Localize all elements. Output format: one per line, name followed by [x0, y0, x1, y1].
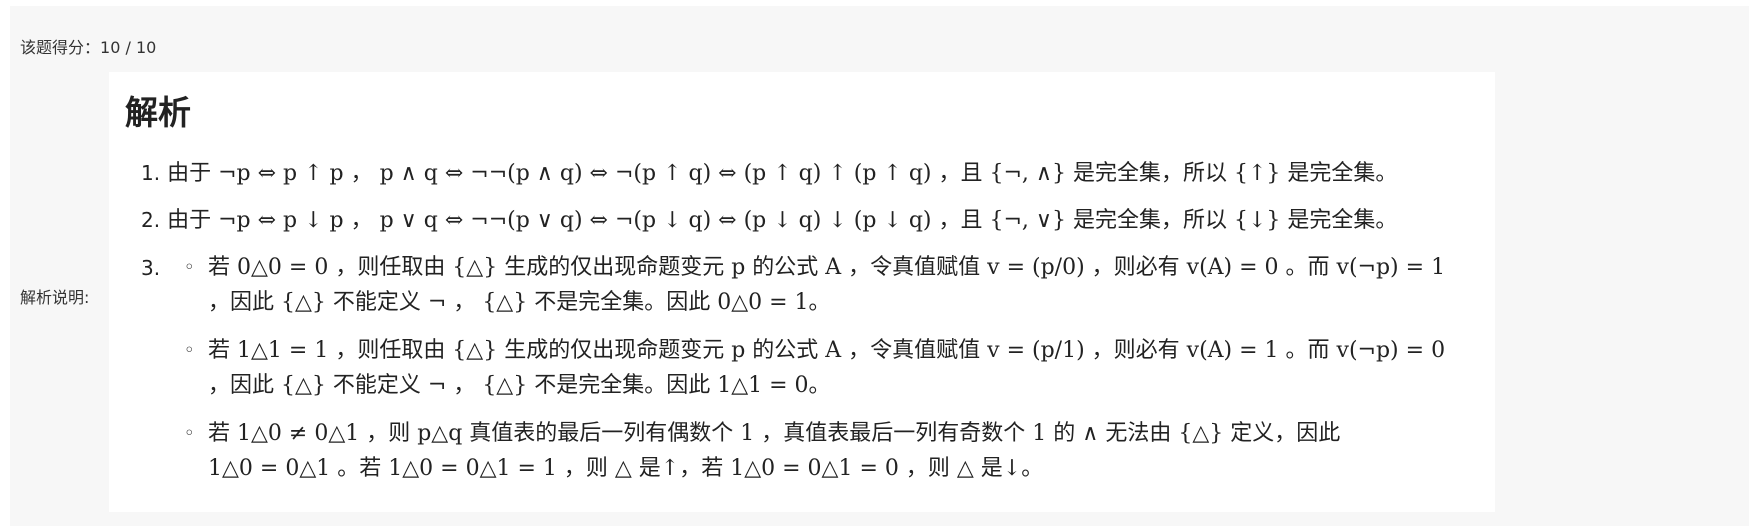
score-value: 10 / 10 — [100, 38, 157, 57]
analysis-title: 解析 — [125, 93, 191, 132]
item-number: 1. — [141, 161, 161, 185]
item-text: 由于 ¬p ⇔ p ↓ p ， p ∨ q ⇔ ¬¬(p ∨ q) ⇔ ¬(p … — [167, 208, 1398, 233]
subitem-line: 若 1△0 ≠ 0△1 ，则 p△q 真值表的最后一列有偶数个 1 ，真值表最后… — [208, 421, 1341, 446]
list-item: 2. 由于 ¬p ⇔ p ↓ p ， p ∨ q ⇔ ¬¬(p ∨ q) ⇔ ¬… — [141, 205, 1397, 236]
subitem-line: ，因此 {△} 不能定义 ¬ ， {△} 不是完全集。因此 0△0 = 1。 — [208, 290, 831, 315]
question-panel: 该题得分：10 / 10 解析说明: 解析 1. 由于 ¬p ⇔ p ↑ p ，… — [10, 6, 1749, 526]
item-text: 由于 ¬p ⇔ p ↑ p ， p ∧ q ⇔ ¬¬(p ∧ q) ⇔ ¬(p … — [167, 161, 1398, 186]
subitem-line: ，因此 {△} 不能定义 ¬ ， {△} 不是完全集。因此 1△1 = 0。 — [208, 373, 831, 398]
list-item: 1. 由于 ¬p ⇔ p ↑ p ， p ∧ q ⇔ ¬¬(p ∧ q) ⇔ ¬… — [141, 158, 1397, 189]
item-number: 2. — [141, 208, 161, 232]
score-row: 该题得分：10 / 10 — [20, 34, 156, 58]
list-item-number-3: 3. — [141, 253, 160, 284]
item-number: 3. — [141, 256, 161, 280]
subitem-line: 若 0△0 = 0 ，则任取由 {△} 生成的仅出现命题变元 p 的公式 A ，… — [208, 255, 1446, 280]
score-label: 该题得分： — [20, 38, 101, 57]
explanation-label: 解析说明: — [20, 288, 90, 307]
bullet-icon: ◦ — [184, 423, 195, 444]
bullet-icon: ◦ — [184, 257, 195, 278]
analysis-card: 解析 1. 由于 ¬p ⇔ p ↑ p ， p ∧ q ⇔ ¬¬(p ∧ q) … — [109, 72, 1495, 512]
subitem-line: 1△0 = 0△1 。若 1△0 = 0△1 = 1 ，则 △ 是↑，若 1△0… — [208, 456, 1044, 481]
subitem-line: 若 1△1 = 1 ，则任取由 {△} 生成的仅出现命题变元 p 的公式 A ，… — [208, 338, 1446, 363]
bullet-icon: ◦ — [184, 340, 195, 361]
